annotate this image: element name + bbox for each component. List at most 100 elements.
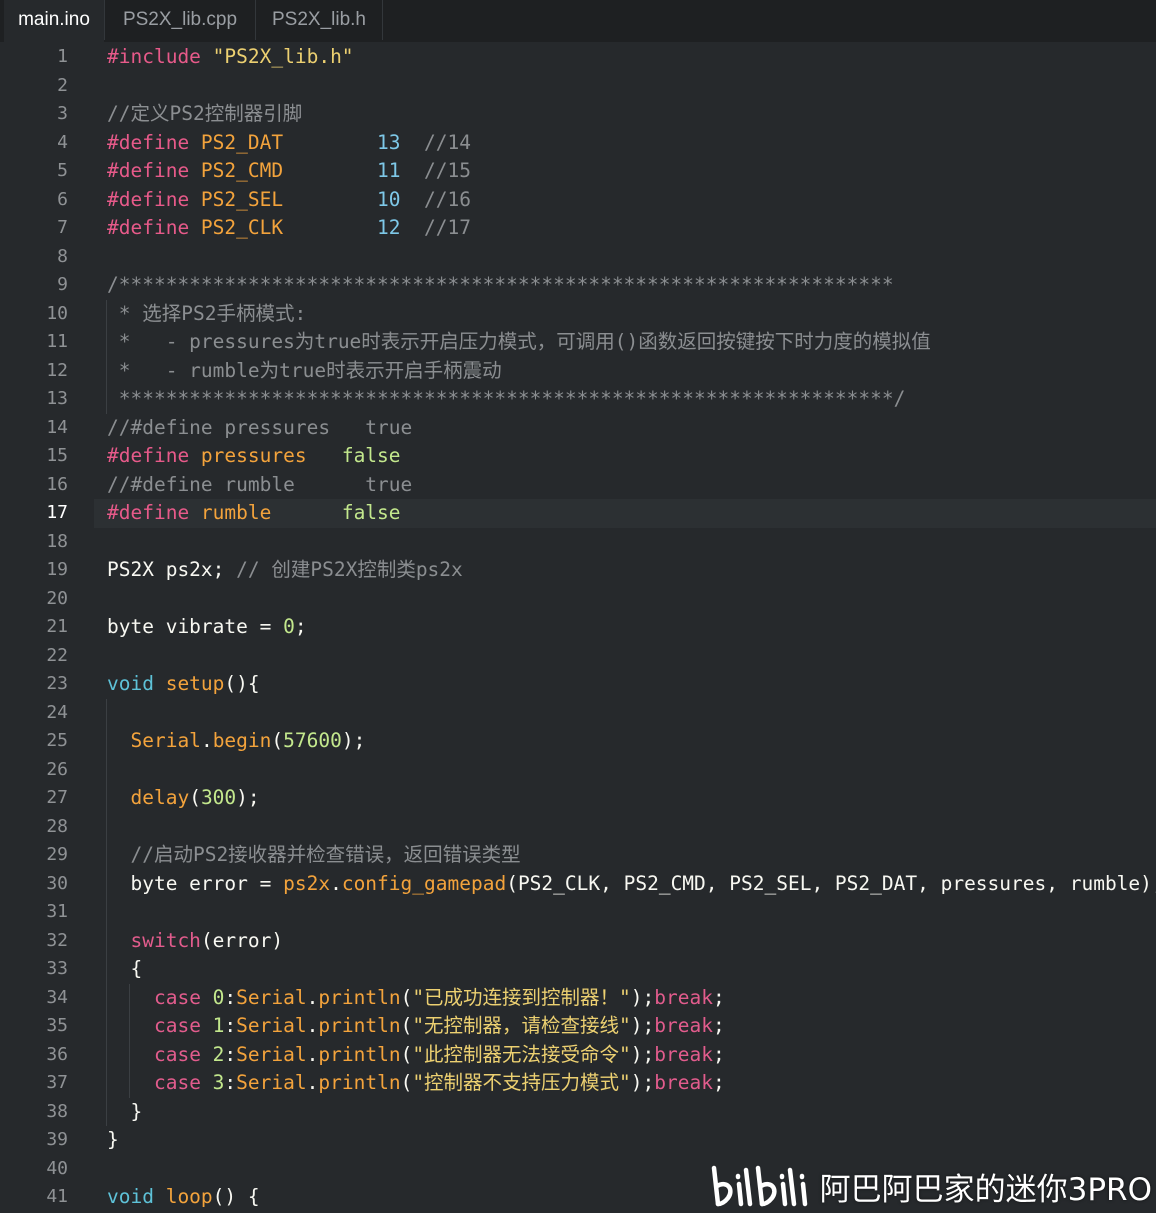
code-token: PS2_CLK: [200, 216, 284, 239]
code-token: println: [318, 1071, 401, 1094]
code-token: #define: [107, 159, 201, 182]
tab-separator: [382, 0, 383, 40]
line-number: 34: [46, 986, 68, 1008]
code-token: PS2_CMD: [200, 159, 284, 182]
code-line-text: #define rumble false: [107, 499, 401, 528]
line-number: 28: [46, 815, 68, 837]
indent-guide: [106, 299, 107, 414]
code-token: * - pressures为true时表示开启压力模式，可调用()函数返回按键按…: [107, 330, 931, 353]
line-number: 1: [57, 46, 68, 67]
code-token: case: [153, 1014, 213, 1037]
code-token: ****************************************…: [107, 387, 906, 410]
code-token: "控制器不支持压力模式": [412, 1071, 631, 1094]
code-token: :: [224, 1071, 237, 1094]
code-token: Serial: [236, 1014, 307, 1037]
line-number: 41: [46, 1186, 68, 1207]
tab-ps2x-lib-h[interactable]: PS2X_lib.h: [256, 0, 382, 40]
line-number: 29: [46, 844, 68, 865]
code-token: break: [654, 1014, 713, 1037]
code-token: Serial: [130, 729, 201, 752]
code-line-text: * - pressures为true时表示开启压力模式，可调用()函数返回按键按…: [107, 328, 931, 357]
code-token: () {: [212, 1185, 260, 1208]
line-number: 19: [46, 559, 68, 580]
code-token: .: [306, 985, 319, 1009]
code-token: // 创建PS2X控制类ps2x: [236, 558, 463, 581]
code-token: #define: [107, 444, 201, 467]
code-token: //15: [424, 159, 471, 182]
line-number: 13: [46, 388, 68, 409]
code-token: begin: [212, 729, 272, 752]
code-token: ;: [712, 1071, 725, 1094]
code-token: PS2X ps2x;: [107, 558, 237, 581]
code-token: ps2x: [283, 871, 331, 895]
code-token: //#define pressures true: [107, 415, 413, 439]
code-line-text: byte vibrate = 0;: [107, 613, 307, 642]
code-token: byte error =: [107, 871, 284, 895]
code-area[interactable]: #include "PS2X_lib.h" //定义PS2控制器引脚 #define…: [94, 42, 1156, 1213]
line-number: 22: [46, 644, 68, 666]
line-number: 6: [57, 188, 68, 210]
code-token: delay: [130, 786, 190, 809]
code-token: break: [654, 985, 713, 1009]
code-token: .: [306, 1042, 319, 1066]
code-token: 300: [200, 786, 237, 809]
code-token: config_gamepad: [341, 871, 507, 895]
code-token: //17: [424, 216, 471, 239]
code-token: setup: [165, 672, 225, 695]
line-number: 21: [46, 616, 68, 637]
code-token: ;: [712, 1042, 725, 1066]
line-number: 5: [57, 160, 68, 181]
code-token: #define: [107, 187, 201, 211]
code-token: :: [224, 1014, 237, 1037]
code-token: (: [271, 729, 284, 752]
code-line-text: //启动PS2接收器并检查错误，返回错误类型: [107, 841, 520, 870]
line-number: 11: [46, 331, 68, 352]
line-number: 33: [46, 958, 68, 979]
line-number: 35: [46, 1015, 68, 1036]
code-token: void: [107, 672, 166, 695]
tab-bar: main.ino PS2X_lib.cpp PS2X_lib.h: [0, 0, 1156, 42]
code-token: false: [341, 444, 401, 467]
tab-ps2x-lib-cpp[interactable]: PS2X_lib.cpp: [105, 0, 255, 40]
code-token: PS2_SEL: [200, 187, 284, 211]
code-line-text: #define pressures false: [107, 442, 401, 471]
code-token: );: [236, 786, 260, 809]
code-token: 57600: [283, 729, 342, 752]
code-line-text: void loop() {: [107, 1183, 260, 1212]
code-line-text: Serial.begin(57600);: [107, 727, 365, 756]
code-editor: main.ino PS2X_lib.cpp PS2X_lib.h 1234567…: [0, 0, 1156, 1213]
code-token: byte vibrate =: [107, 615, 284, 638]
code-token: (error): [200, 928, 284, 952]
line-number: 17: [46, 502, 68, 523]
code-token: (PS2_CLK, PS2_CMD, PS2_SEL, PS2_DAT, pre…: [506, 871, 1156, 895]
code-line-text: case 0:Serial.println("已成功连接到控制器！");brea…: [107, 984, 725, 1013]
code-token: :: [224, 985, 237, 1009]
code-token: 11: [377, 159, 401, 182]
code-token: println: [318, 1042, 401, 1066]
code-line-text: ****************************************…: [107, 385, 906, 414]
tab-main-ino[interactable]: main.ino: [4, 0, 104, 42]
line-number: 37: [46, 1072, 68, 1093]
code-token: (: [400, 1014, 413, 1037]
code-token: //#define rumble true: [107, 472, 413, 496]
line-number: 36: [46, 1043, 68, 1065]
code-token: 13: [377, 130, 401, 154]
code-token: "无控制器，请检查接线": [412, 1014, 631, 1037]
code-line[interactable]: #define rumble false: [94, 499, 1156, 528]
code-token: PS2_DAT: [200, 130, 284, 154]
code-line-text: //#define pressures true: [107, 414, 412, 443]
line-number: 15: [46, 445, 68, 466]
code-token: * - rumble为true时表示开启手柄震动: [107, 358, 502, 382]
code-token: pressures: [200, 444, 307, 467]
